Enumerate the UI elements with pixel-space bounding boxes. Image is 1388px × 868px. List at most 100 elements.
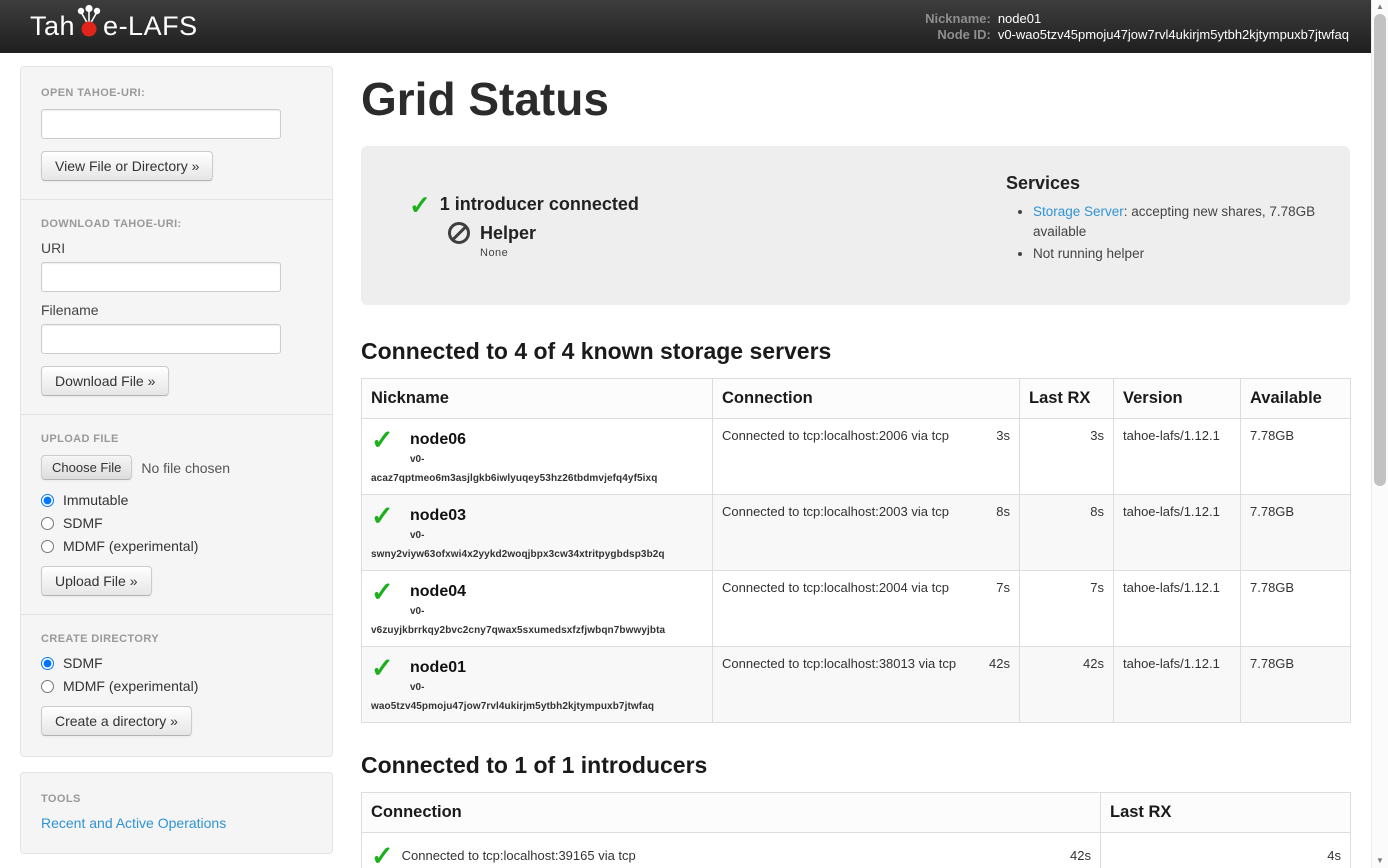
connection-time: 8s — [996, 504, 1010, 519]
available-cell: 7.78GB — [1241, 419, 1351, 495]
scroll-down-icon[interactable]: ▼ — [1372, 854, 1388, 868]
server-nodeid-prefix: v0- — [410, 606, 703, 617]
service-item-storage: Storage Server: accepting new shares, 7.… — [1033, 202, 1324, 241]
tahoe-tree-icon — [76, 4, 102, 38]
mkdir-radio-mdmf[interactable] — [41, 680, 54, 693]
upload-format-option-sdmf[interactable]: SDMF — [41, 515, 312, 531]
choose-file-button[interactable]: Choose File — [41, 455, 132, 480]
page-scrollbar[interactable]: ▲ ▼ — [1371, 0, 1388, 868]
connection-time: 7s — [996, 580, 1010, 595]
download-uri-input[interactable] — [41, 262, 281, 292]
connection-time: 3s — [996, 428, 1010, 443]
upload-file-label: UPLOAD FILE — [41, 433, 312, 445]
divider — [21, 614, 332, 615]
available-cell: 7.78GB — [1241, 571, 1351, 647]
nickname-cell: ✓node04 v0- v6zuyjkbrrkqy2bvc2cny7qwax5s… — [362, 571, 713, 647]
download-filename-input[interactable] — [41, 324, 281, 354]
upload-file-button[interactable]: Upload File » — [41, 566, 152, 596]
introducers-heading: Connected to 1 of 1 introducers — [361, 752, 1350, 779]
upload-radio-label: SDMF — [63, 515, 103, 531]
version-cell: tahoe-lafs/1.12.1 — [1114, 419, 1241, 495]
recent-operations-link[interactable]: Recent and Active Operations — [41, 815, 226, 831]
node-id-label: Node ID: — [925, 27, 991, 42]
server-nodeid-prefix: v0- — [410, 530, 703, 541]
upload-radio-sdmf[interactable] — [41, 517, 54, 530]
server-nodeid-hash: acaz7qptmeo6m3asjlgkb6iwlyuqey53hz26tbdm… — [371, 473, 703, 484]
connection-cell: 42s Connected to tcp:localhost:38013 via … — [713, 647, 1020, 723]
helper-service-status: Not running helper — [1033, 246, 1144, 261]
col-version: Version — [1114, 379, 1241, 419]
node-id-value: v0-wao5tzv45pmoju47jow7rvl4ukirjm5ytbh2k… — [998, 27, 1349, 42]
server-nodeid-hash: v6zuyjkbrrkqy2bvc2cny7qwax5sxumedsxfzfjw… — [371, 625, 703, 636]
mkdir-radio-sdmf[interactable] — [41, 657, 54, 670]
mkdir-format-option-mdmf[interactable]: MDMF (experimental) — [41, 678, 312, 694]
helper-value: None — [480, 247, 1006, 259]
nickname-cell: ✓node01 v0- wao5tzv45pmoju47jow7rvl4ukir… — [362, 647, 713, 723]
upload-format-option-immutable[interactable]: Immutable — [41, 492, 312, 508]
tools-label: TOOLS — [41, 793, 312, 805]
upload-radio-mdmf[interactable] — [41, 540, 54, 553]
server-nodeid-prefix: v0- — [410, 682, 703, 693]
helper-title: Helper — [480, 223, 536, 244]
mkdir-format-option-sdmf[interactable]: SDMF — [41, 655, 312, 671]
tahoe-lafs-logo: Tah e-LAFS — [30, 11, 198, 42]
server-nodeid-prefix: v0- — [410, 454, 703, 465]
nickname-cell: ✓node06 v0- acaz7qptmeo6m3asjlgkb6iwlyuq… — [362, 419, 713, 495]
create-directory-label: CREATE DIRECTORY — [41, 633, 312, 645]
server-nickname: node06 — [410, 431, 466, 449]
sidebar-forms-panel: OPEN TAHOE-URI: View File or Directory »… — [20, 66, 333, 757]
page-title: Grid Status — [361, 72, 1350, 126]
nickname-value: node01 — [998, 11, 1349, 26]
scrollbar-thumb[interactable] — [1374, 14, 1386, 486]
col-connection: Connection — [713, 379, 1020, 419]
server-row: ✓node06 v0- acaz7qptmeo6m3asjlgkb6iwlyuq… — [362, 419, 1351, 495]
connection-cell: 7s Connected to tcp:localhost:2004 via tc… — [713, 571, 1020, 647]
brand-text-post: e-LAFS — [103, 11, 198, 42]
col-connection: Connection — [362, 793, 1101, 833]
main-content: Grid Status ✓ 1 introducer connected Hel… — [361, 66, 1350, 868]
create-directory-section: CREATE DIRECTORY SDMF MDMF (experimental… — [41, 633, 312, 736]
create-directory-button[interactable]: Create a directory » — [41, 706, 192, 736]
connection-time: 42s — [989, 656, 1010, 671]
server-nodeid-hash: swny2viyw63ofxwi4x2yykd2woqjbpx3cw34xtri… — [371, 549, 703, 560]
introducer-connected-text: 1 introducer connected — [440, 194, 639, 215]
version-cell: tahoe-lafs/1.12.1 — [1114, 571, 1241, 647]
check-icon: ✓ — [371, 656, 410, 680]
upload-file-section: UPLOAD FILE Choose File No file chosen I… — [41, 433, 312, 596]
check-icon: ✓ — [371, 504, 410, 528]
check-icon: ✓ — [409, 195, 431, 215]
connection-text: Connected to tcp:localhost:38013 via tcp — [722, 656, 956, 671]
storage-servers-heading: Connected to 4 of 4 known storage server… — [361, 338, 1350, 365]
server-row: ✓node03 v0- swny2viyw63ofxwi4x2yykd2woqj… — [362, 495, 1351, 571]
available-cell: 7.78GB — [1241, 647, 1351, 723]
connection-time: 42s — [1070, 845, 1091, 863]
last-rx-cell: 8s — [1020, 495, 1114, 571]
file-chosen-status: No file chosen — [141, 460, 230, 476]
last-rx-cell: 4s — [1101, 833, 1351, 868]
view-file-button[interactable]: View File or Directory » — [41, 151, 213, 181]
version-cell: tahoe-lafs/1.12.1 — [1114, 495, 1241, 571]
last-rx-cell: 3s — [1020, 419, 1114, 495]
upload-radio-label: MDMF (experimental) — [63, 538, 198, 554]
storage-server-link[interactable]: Storage Server — [1033, 204, 1124, 219]
scroll-up-icon[interactable]: ▲ — [1372, 0, 1388, 14]
table-header-row: Nickname Connection Last RX Version Avai… — [362, 379, 1351, 419]
upload-radio-immutable[interactable] — [41, 494, 54, 507]
tools-panel: TOOLS Recent and Active Operations — [20, 772, 333, 854]
connection-text: Connected to tcp:localhost:2004 via tcp — [722, 580, 949, 595]
server-nodeid-hash: wao5tzv45pmoju47jow7rvl4ukirjm5ytbh2kjty… — [371, 701, 703, 712]
introducer-row: ✓ Connected to tcp:localhost:39165 via t… — [362, 833, 1351, 868]
introducers-table: Connection Last RX ✓ Connected to tcp:lo… — [361, 792, 1351, 868]
check-icon: ✓ — [371, 845, 394, 867]
storage-servers-table: Nickname Connection Last RX Version Avai… — [361, 378, 1351, 723]
no-helper-icon — [448, 222, 470, 244]
open-uri-section: OPEN TAHOE-URI: View File or Directory » — [41, 87, 312, 181]
download-file-button[interactable]: Download File » — [41, 366, 169, 396]
download-uri-section: DOWNLOAD TAHOE-URI: URI Filename Downloa… — [41, 218, 312, 396]
open-uri-label: OPEN TAHOE-URI: — [41, 87, 312, 99]
nickname-label: Nickname: — [925, 11, 991, 26]
col-available: Available — [1241, 379, 1351, 419]
open-uri-input[interactable] — [41, 109, 281, 139]
upload-format-option-mdmf[interactable]: MDMF (experimental) — [41, 538, 312, 554]
divider — [21, 414, 332, 415]
